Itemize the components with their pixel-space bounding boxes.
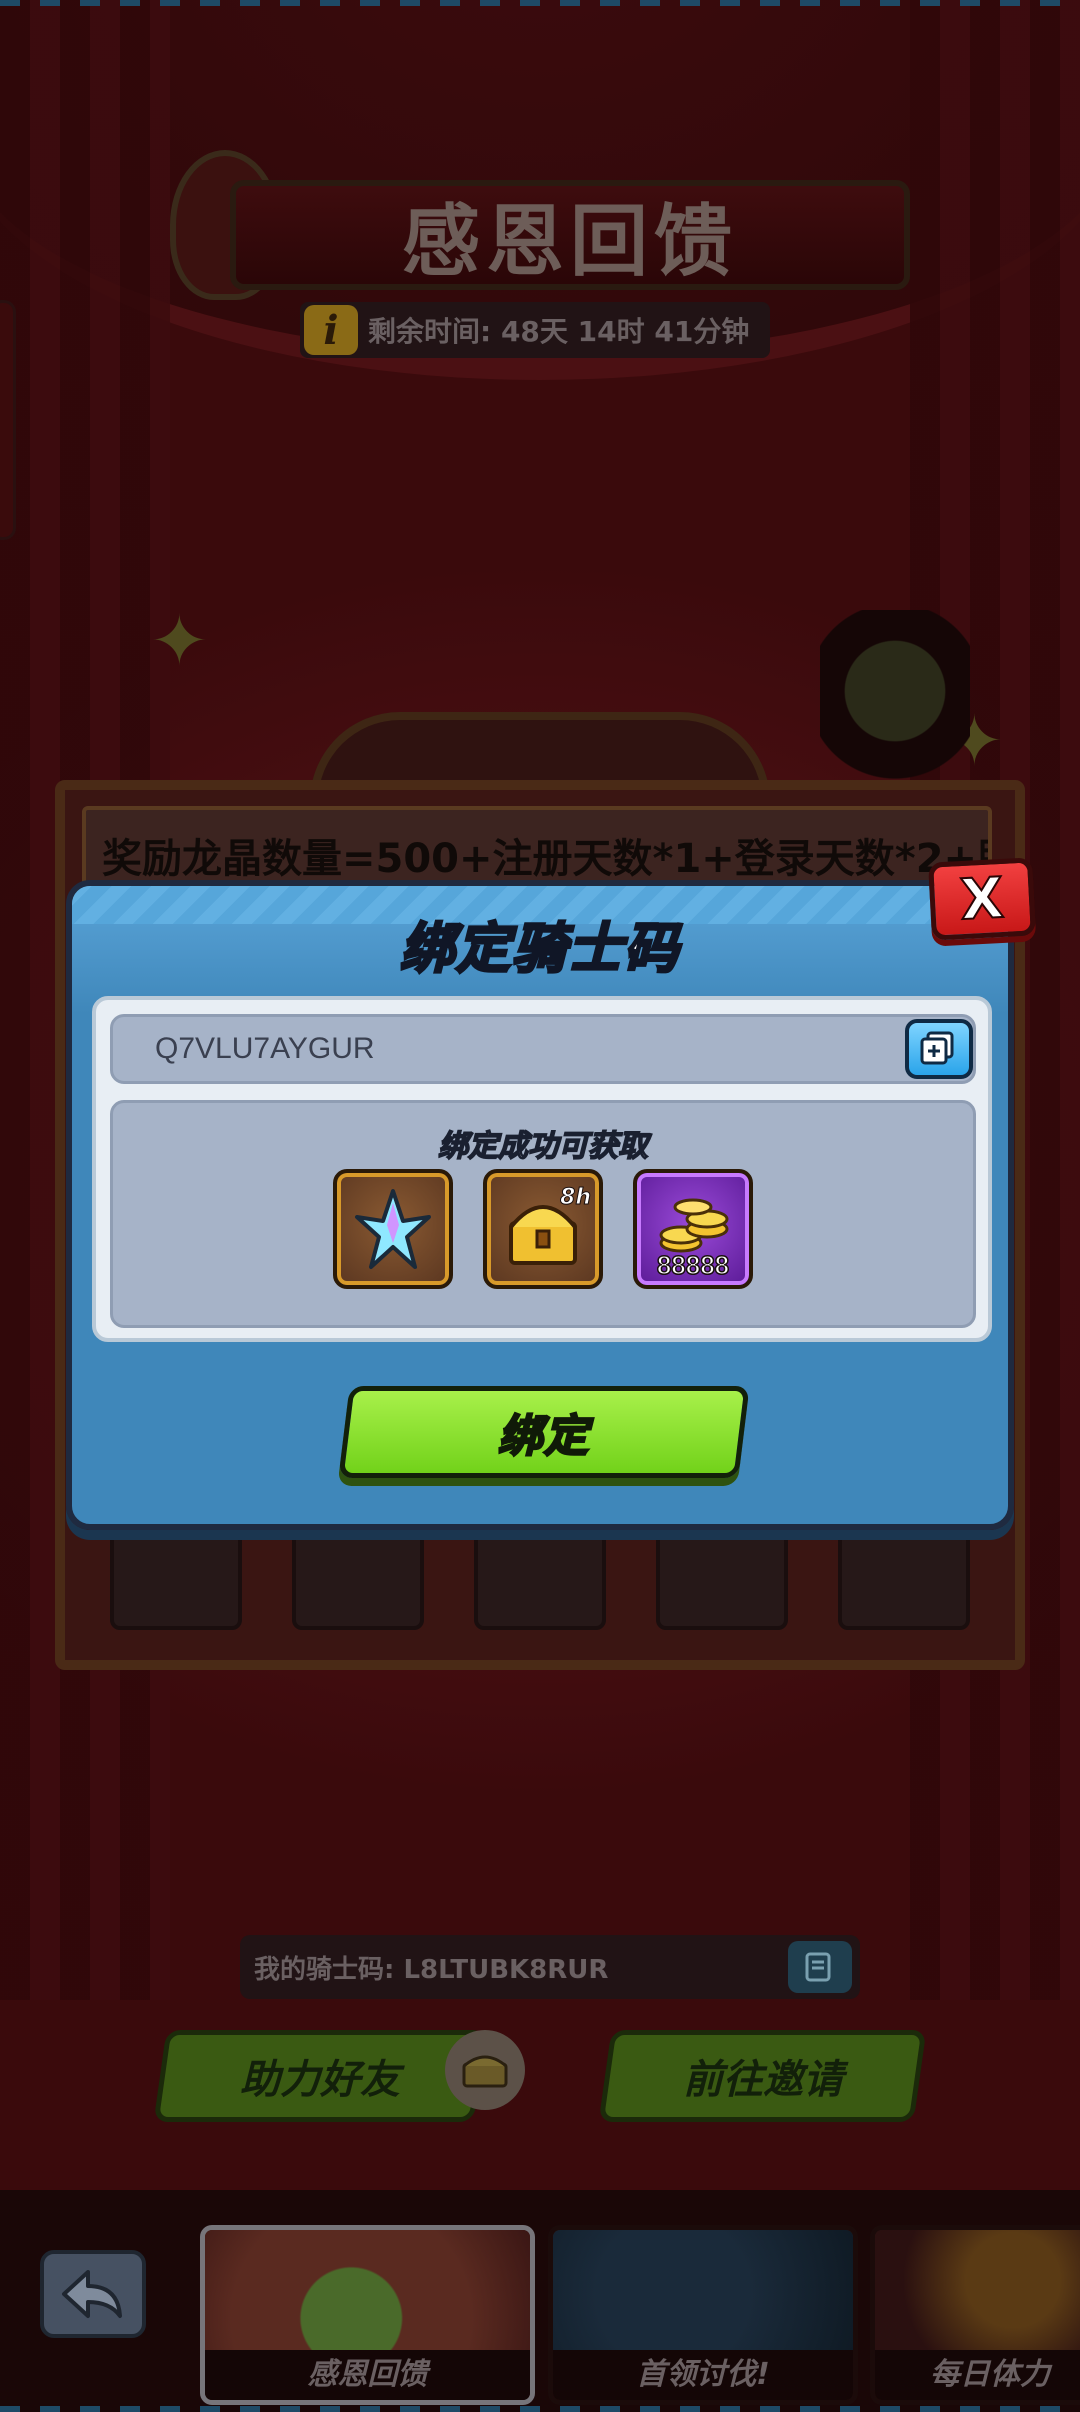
- top-edge-decoration: [0, 0, 1080, 6]
- reward-item[interactable]: 88888: [633, 1169, 753, 1289]
- dialog-title: 绑定骑士码: [399, 916, 680, 982]
- help-friend-label: 助力好友: [240, 2057, 400, 2103]
- info-icon[interactable]: i: [304, 305, 358, 355]
- close-button[interactable]: X: [928, 857, 1036, 941]
- friend-slot[interactable]: [110, 1530, 242, 1630]
- reward-count: 88888: [656, 1249, 730, 1281]
- paste-button[interactable]: [905, 1019, 973, 1079]
- tab-thanksgiving[interactable]: 感恩回馈: [200, 2225, 535, 2405]
- reward-preview: 绑定成功可获取 8h 88888: [110, 1100, 976, 1328]
- help-friend-button[interactable]: 助力好友: [153, 2030, 487, 2122]
- tab-label: 首领讨伐!: [553, 2350, 853, 2400]
- friend-slot[interactable]: [292, 1530, 424, 1630]
- timer-text: 剩余时间: 48天 14时 41分钟: [368, 315, 750, 348]
- reward-item[interactable]: 8h: [483, 1169, 603, 1289]
- invite-label: 前往邀请: [682, 2057, 843, 2103]
- friend-slot[interactable]: [656, 1530, 788, 1630]
- knight-code-field: [110, 1014, 976, 1084]
- friend-slot[interactable]: [474, 1530, 606, 1630]
- my-knight-code: 我的骑士码: L8LTUBK8RUR: [254, 1954, 609, 1985]
- bind-button[interactable]: 绑定: [338, 1386, 750, 1478]
- sparkle-icon: ✦: [150, 600, 209, 682]
- invite-button[interactable]: 前往邀请: [598, 2030, 927, 2122]
- event-title-banner: 感恩回馈: [230, 180, 910, 290]
- knight-code-input[interactable]: [113, 1017, 893, 1081]
- close-icon: X: [958, 864, 1007, 933]
- chest-bubble-icon: [445, 2030, 525, 2110]
- chest-icon: [462, 2055, 508, 2088]
- copy-code-button[interactable]: [788, 1941, 852, 1993]
- tab-thumbnail: [205, 2230, 530, 2356]
- reward-duration-badge: 8h: [560, 1185, 592, 1211]
- friend-slot[interactable]: [838, 1530, 970, 1630]
- tab-thumbnail: [875, 2230, 1080, 2356]
- reward-caption: 绑定成功可获取: [437, 1128, 649, 1165]
- bind-knight-code-dialog: 绑定骑士码 绑定成功可获取: [66, 880, 1014, 1530]
- tab-thumbnail: [553, 2230, 853, 2356]
- reward-item-list: 8h 88888: [113, 1169, 973, 1289]
- my-knight-code-bar: 我的骑士码: L8LTUBK8RUR: [240, 1935, 860, 1999]
- timer-bar: i 剩余时间: 48天 14时 41分钟: [300, 302, 770, 358]
- friend-slot-row: [110, 1530, 970, 1630]
- side-handle[interactable]: [0, 300, 16, 540]
- tab-label: 感恩回馈: [205, 2350, 530, 2400]
- imp-mascot-icon: [820, 610, 970, 790]
- tab-boss-raid[interactable]: 首领讨伐!: [548, 2225, 858, 2405]
- tab-label: 每日体力: [875, 2350, 1080, 2400]
- bottom-edge-decoration: [0, 2406, 1080, 2412]
- paste-icon: [920, 1031, 954, 1065]
- reward-item[interactable]: [333, 1169, 453, 1289]
- reward-formula: 奖励龙晶数量=500+注册天数*1+登录天数*2+助: [102, 836, 992, 882]
- back-arrow-icon: [62, 2270, 122, 2318]
- dialog-content-panel: 绑定成功可获取 8h: [92, 996, 992, 1342]
- tab-daily-stamina[interactable]: 每日体力: [870, 2225, 1080, 2405]
- bind-label: 绑定: [497, 1410, 592, 1464]
- crystal-icon: [355, 1189, 431, 1269]
- copy-icon: [805, 1952, 831, 1982]
- event-title: 感恩回馈: [401, 197, 738, 287]
- back-button[interactable]: [40, 2250, 146, 2338]
